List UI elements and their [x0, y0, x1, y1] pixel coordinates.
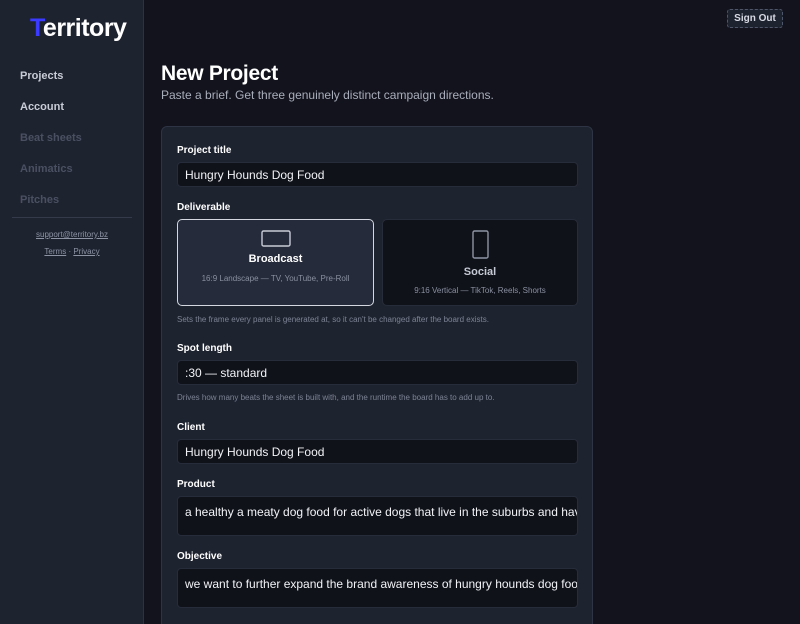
deliverable-title: Social — [463, 266, 497, 278]
deliverable-option-broadcast[interactable]: Broadcast 16:9 Landscape — TV, YouTube, … — [177, 219, 374, 306]
sidebar-item-pitches: Pitches — [20, 194, 60, 206]
product-label: Product — [177, 479, 215, 490]
landscape-frame-icon — [261, 230, 291, 247]
sidebar-item-beat-sheets: Beat sheets — [20, 132, 82, 144]
sidebar: Territory Projects Account Beat sheets A… — [0, 0, 144, 624]
product-textarea[interactable]: a healthy a meaty dog food for active do… — [177, 496, 578, 536]
deliverable-subtitle: 16:9 Landscape — TV, YouTube, Pre-Roll — [201, 274, 350, 283]
deliverable-label: Deliverable — [177, 202, 231, 213]
sidebar-item-animatics: Animatics — [20, 163, 73, 175]
sidebar-item-account[interactable]: Account — [20, 99, 130, 130]
project-title-input[interactable]: Hungry Hounds Dog Food — [177, 162, 578, 187]
sidebar-item-projects[interactable]: Projects — [20, 68, 130, 99]
spot-length-label: Spot length — [177, 343, 232, 354]
privacy-link[interactable]: Privacy — [73, 247, 99, 256]
deliverable-subtitle: 9:16 Vertical — TikTok, Reels, Shorts — [414, 286, 546, 295]
support-email-link[interactable]: support@territory.bz — [0, 230, 144, 239]
objective-label: Objective — [177, 551, 223, 562]
project-title-label: Project title — [177, 145, 232, 156]
page-title: New Project — [161, 62, 278, 85]
portrait-frame-icon — [472, 230, 489, 259]
sidebar-nav: Projects Account Beat sheets Animatics P… — [20, 68, 130, 223]
spot-length-select[interactable]: :30 — standard — [177, 360, 578, 385]
legal-links: Terms · Privacy — [0, 247, 144, 256]
deliverable-helper-text: Sets the frame every panel is generated … — [177, 315, 489, 324]
client-label: Client — [177, 422, 205, 433]
page-subtitle: Paste a brief. Get three genuinely disti… — [161, 88, 494, 102]
sign-out-button[interactable]: Sign Out — [727, 9, 783, 28]
deliverable-title: Broadcast — [248, 253, 303, 265]
deliverable-option-social[interactable]: Social 9:16 Vertical — TikTok, Reels, Sh… — [382, 219, 578, 306]
logo-accent-letter: T — [30, 14, 43, 42]
logo[interactable]: Territory — [30, 14, 127, 43]
legal-separator: · — [68, 247, 72, 256]
logo-text: erritory — [42, 14, 127, 42]
sidebar-divider — [12, 217, 132, 218]
new-project-form: Project title Hungry Hounds Dog Food Del… — [161, 126, 593, 624]
terms-link[interactable]: Terms — [44, 247, 66, 256]
client-input[interactable]: Hungry Hounds Dog Food — [177, 439, 578, 464]
support-block: support@territory.bz Terms · Privacy — [0, 230, 144, 256]
objective-textarea[interactable]: we want to further expand the brand awar… — [177, 568, 578, 608]
spot-length-helper-text: Drives how many beats the sheet is built… — [177, 393, 495, 402]
